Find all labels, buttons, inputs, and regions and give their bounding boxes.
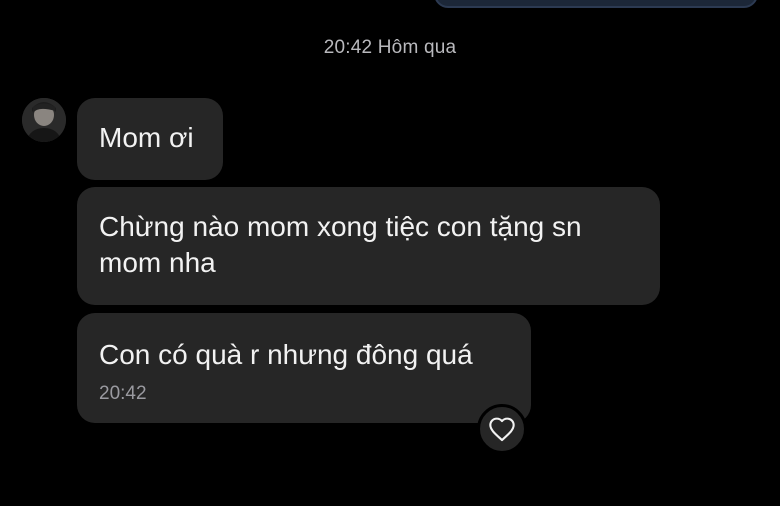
contact-avatar[interactable] [22,98,66,142]
message-time: 20:42 [99,383,147,404]
message-text: Con có quà r nhưng đông quá [99,339,473,370]
message-bubble[interactable]: Mom ơi [77,98,223,180]
date-separator: 20:42 Hôm qua [323,37,457,58]
message-text: Chừng nào mom xong tiệc con tặng sn mom … [99,211,582,278]
chat-screen: 20:42 Hôm qua Mom ơi Chừng nào mom xong … [0,0,780,506]
message-bubble[interactable]: Con có quà r nhưng đông quá 20:42 [77,313,531,423]
message-bubble[interactable]: Chừng nào mom xong tiệc con tặng sn mom … [77,187,660,305]
message-text: Mom ơi [99,122,194,153]
previous-message-bubble[interactable] [434,0,758,8]
avatar-photo-icon [22,98,66,142]
like-button[interactable] [477,404,527,454]
heart-icon [489,417,515,442]
